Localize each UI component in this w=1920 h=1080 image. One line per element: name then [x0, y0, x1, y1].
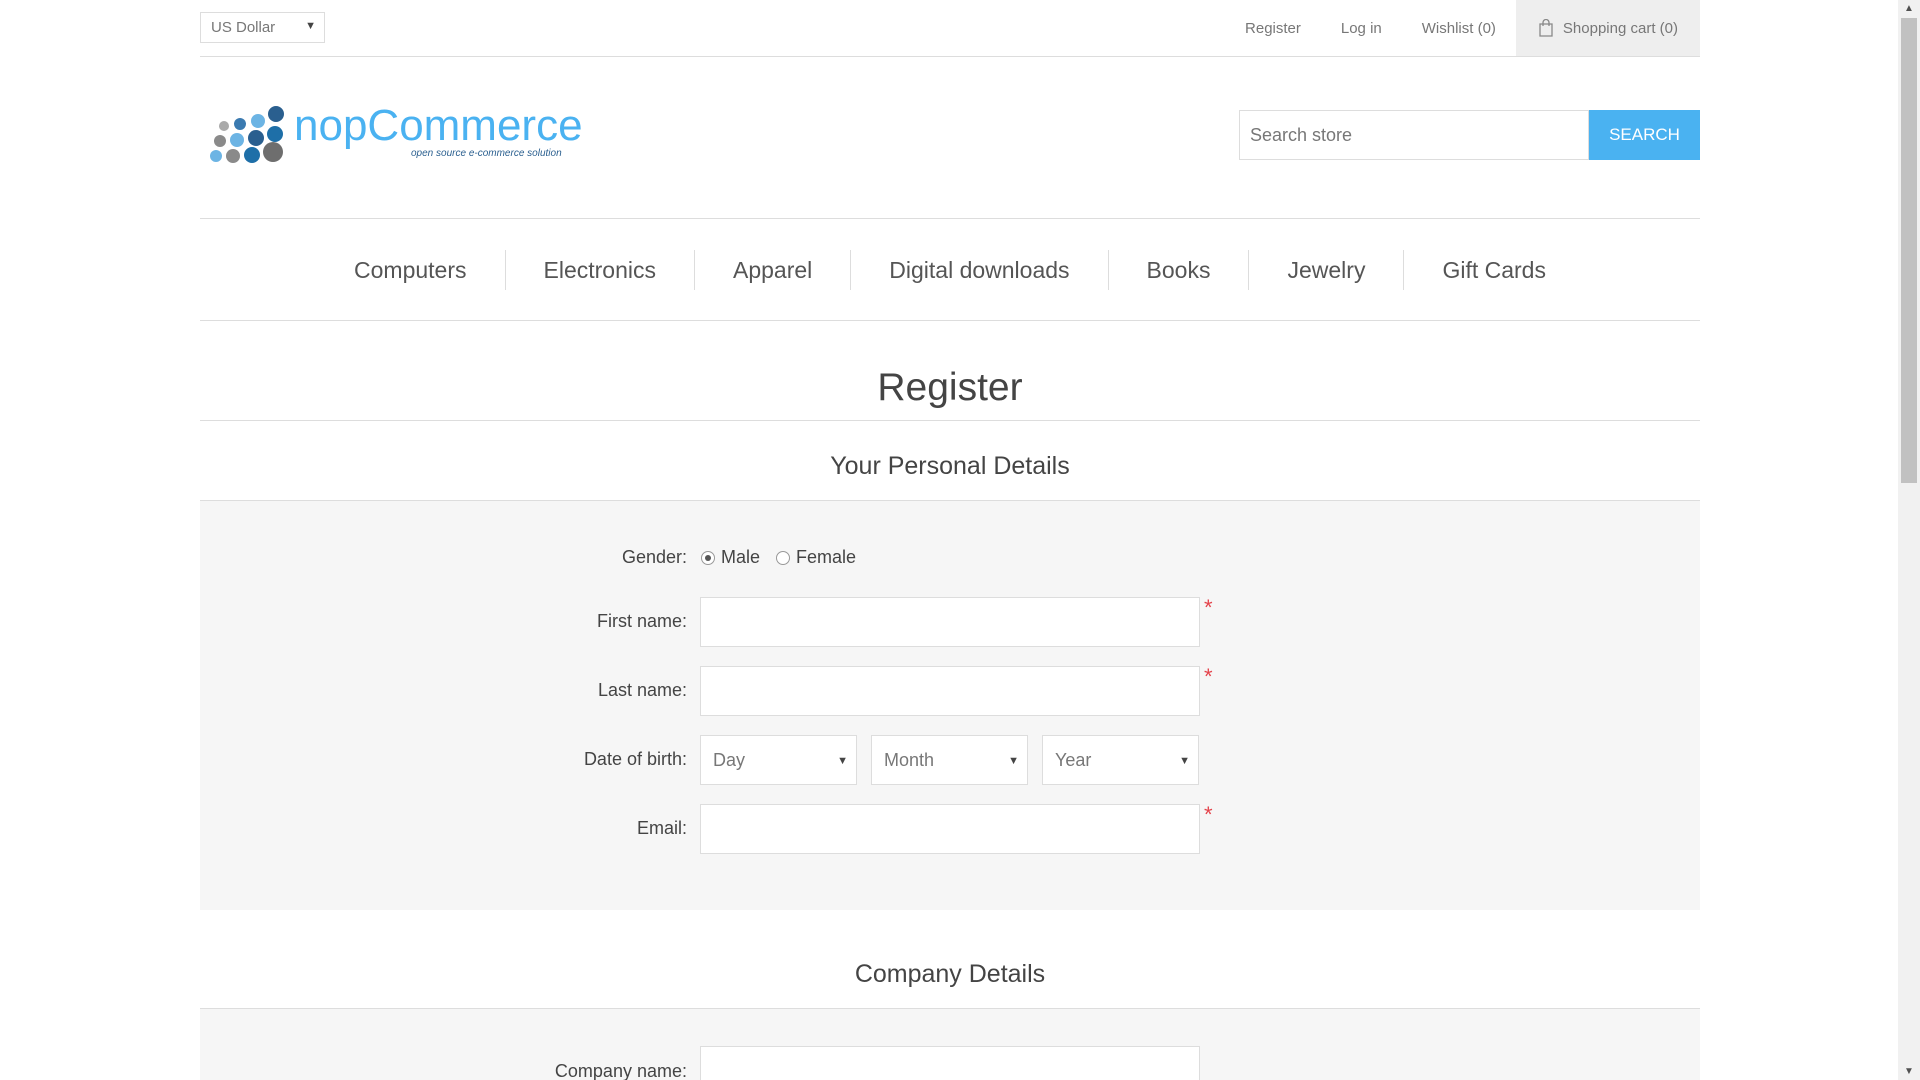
- header-links: Register Log in Wishlist (0) Shopping ca…: [1245, 0, 1700, 56]
- dob-month-select[interactable]: Month ▼: [871, 735, 1028, 785]
- date-of-birth-label: Date of birth:: [583, 749, 687, 769]
- email-required-mark: *: [1204, 802, 1213, 827]
- first-name-label: First name:: [596, 611, 687, 631]
- page-title: Register: [877, 366, 1023, 409]
- logo-tagline: open source e-commerce solution: [411, 148, 562, 159]
- cart-label: Shopping cart (0): [1562, 19, 1678, 37]
- first-name-required-mark: *: [1204, 595, 1213, 620]
- dob-year-value: Year: [1055, 750, 1092, 770]
- company-details-title: Company Details: [200, 948, 1700, 1009]
- scrollbar-thumb[interactable]: [1901, 18, 1917, 483]
- dob-month-value: Month: [884, 750, 935, 770]
- register-page: US Dollar ▼ Register Log in Wishlist (0)…: [0, 0, 1898, 1080]
- top-menu: Computers Electronics Apparel Digital do…: [200, 218, 1700, 321]
- menu-item-apparel[interactable]: Apparel: [693, 249, 850, 290]
- gender-female-radio[interactable]: [776, 550, 791, 565]
- search-box: Search: [1239, 110, 1700, 160]
- shopping-bag-icon: [1539, 19, 1553, 37]
- gender-female-label[interactable]: Female: [796, 547, 856, 568]
- search-input[interactable]: [1239, 110, 1589, 160]
- menu-item-digital-downloads[interactable]: Digital downloads: [850, 249, 1107, 290]
- scroll-up-arrow-icon[interactable]: ▲: [1898, 0, 1920, 17]
- gender-male-radio[interactable]: [701, 550, 715, 565]
- dob-day-value: Day: [713, 750, 746, 770]
- chevron-down-icon: ▼: [1008, 755, 1019, 767]
- menu-item-jewelry[interactable]: Jewelry: [1248, 249, 1403, 290]
- company-name-input[interactable]: [700, 1046, 1200, 1080]
- email-label: Email:: [636, 818, 687, 838]
- last-name-required-mark: *: [1204, 664, 1213, 689]
- search-button[interactable]: Search: [1589, 110, 1700, 160]
- wishlist-link[interactable]: Wishlist (0): [1422, 20, 1496, 37]
- email-input[interactable]: [700, 804, 1200, 854]
- dob-year-select[interactable]: Year ▼: [1042, 735, 1199, 785]
- last-name-input[interactable]: [700, 666, 1200, 716]
- currency-value: US Dollar: [211, 19, 276, 36]
- menu-item-gift-cards[interactable]: Gift Cards: [1403, 249, 1584, 290]
- nopcommerce-logo-icon: nopCommerce open source e-commerce solut…: [210, 101, 583, 163]
- date-of-birth-selects: Day ▼ Month ▼ Year ▼: [700, 735, 1199, 785]
- logo-text: nopCommerce: [294, 101, 583, 150]
- register-link[interactable]: Register: [1245, 20, 1301, 37]
- page-title-block: Register: [200, 360, 1700, 421]
- chevron-down-icon: ▼: [305, 20, 316, 32]
- chevron-down-icon: ▼: [1179, 755, 1190, 767]
- last-name-label: Last name:: [597, 680, 687, 700]
- gender-radio-group: Male Female: [701, 547, 872, 568]
- login-link[interactable]: Log in: [1341, 20, 1382, 37]
- menu-item-electronics[interactable]: Electronics: [504, 249, 694, 290]
- shopping-cart-link[interactable]: Shopping cart (0): [1515, 0, 1700, 56]
- scroll-down-arrow-icon[interactable]: ▼: [1898, 1063, 1920, 1080]
- gender-male-label[interactable]: Male: [721, 547, 760, 568]
- dob-day-select[interactable]: Day ▼: [700, 735, 857, 785]
- company-name-label: Company name:: [554, 1061, 687, 1080]
- personal-details-title: Your Personal Details: [200, 440, 1700, 501]
- header-upper: US Dollar ▼ Register Log in Wishlist (0)…: [200, 0, 1700, 57]
- personal-details-form: Gender: Male Female First name: * Last n…: [200, 501, 1700, 910]
- menu-item-books[interactable]: Books: [1107, 249, 1249, 290]
- gender-label: Gender:: [621, 547, 687, 567]
- chevron-down-icon: ▼: [837, 755, 848, 767]
- page-scrollbar[interactable]: ▲ ▼: [1898, 0, 1920, 1080]
- currency-select[interactable]: US Dollar ▼: [200, 12, 325, 43]
- first-name-input[interactable]: [700, 597, 1200, 647]
- store-logo[interactable]: nopCommerce open source e-commerce solut…: [206, 100, 586, 166]
- menu-item-computers[interactable]: Computers: [316, 250, 504, 290]
- company-details-form: Company name:: [200, 1009, 1700, 1080]
